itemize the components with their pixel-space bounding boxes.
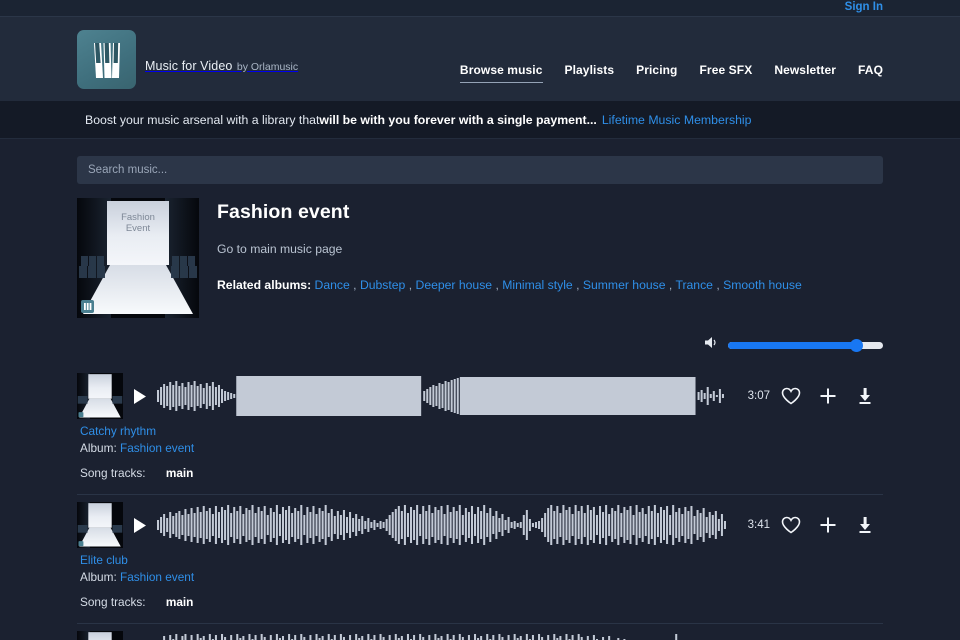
heart-icon[interactable]	[772, 387, 809, 405]
brand-name: Music for Video	[145, 59, 232, 73]
page-title: Fashion event	[217, 201, 802, 224]
track-actions	[772, 387, 883, 405]
track-thumbnail[interactable]	[77, 373, 123, 419]
song-tracks-value[interactable]: main	[166, 595, 194, 609]
brand-subtitle: by Orlamusic	[237, 61, 298, 73]
site-header: Music for Video by Orlamusic Browse musi…	[0, 17, 960, 101]
track-thumbnail[interactable]	[77, 502, 123, 548]
download-icon[interactable]	[846, 516, 883, 534]
cover-title-line2: Event	[126, 223, 151, 234]
waveform[interactable]	[157, 502, 726, 548]
related-album-trance[interactable]: Trance	[675, 278, 712, 292]
track-metadata: Elite club Album: Fashion event Song tra…	[77, 552, 883, 623]
nav-item-newsletter[interactable]: Newsletter	[774, 63, 836, 82]
piano-keys-icon	[77, 30, 136, 89]
related-album-summer-house[interactable]: Summer house	[583, 278, 666, 292]
related-albums-label: Related albums:	[217, 278, 311, 292]
promo-text-bold: will be with you forever with a single p…	[319, 113, 596, 127]
main-nav: Browse music Playlists Pricing Free SFX …	[460, 63, 883, 83]
play-icon[interactable]	[123, 388, 157, 405]
track-title-link[interactable]: Catchy rhythm	[80, 423, 883, 440]
track-album-link[interactable]: Fashion event	[120, 570, 194, 584]
track-row: 3:12	[77, 623, 883, 640]
track-duration: 3:41	[726, 519, 772, 531]
volume-slider[interactable]	[728, 342, 883, 349]
waveform[interactable]	[157, 373, 726, 419]
lifetime-membership-link[interactable]: Lifetime Music Membership	[602, 113, 752, 127]
search-input[interactable]	[77, 156, 883, 184]
track-album-label: Album:	[80, 441, 117, 455]
song-tracks-value[interactable]: main	[166, 466, 194, 480]
volume-control	[77, 336, 883, 354]
promo-banner: Boost your music arsenal with a library …	[0, 101, 960, 139]
nav-item-playlists[interactable]: Playlists	[565, 63, 615, 82]
play-icon[interactable]	[123, 517, 157, 534]
main-content: Fashion Event	[0, 139, 960, 640]
go-to-main-music-page-link[interactable]: Go to main music page	[217, 242, 342, 256]
related-album-smooth-house[interactable]: Smooth house	[723, 278, 802, 292]
waveform[interactable]	[157, 631, 726, 640]
plus-icon[interactable]	[809, 387, 846, 405]
plus-icon[interactable]	[809, 516, 846, 534]
nav-item-pricing[interactable]: Pricing	[636, 63, 677, 82]
related-album-dance[interactable]: Dance	[315, 278, 350, 292]
brand-logo-link[interactable]: Music for Video by Orlamusic	[77, 30, 298, 89]
track-thumbnail[interactable]	[77, 631, 123, 640]
nav-item-browse-music[interactable]: Browse music	[460, 63, 543, 83]
related-album-minimal-style[interactable]: Minimal style	[502, 278, 572, 292]
promo-text-plain: Boost your music arsenal with a library …	[85, 113, 319, 127]
related-album-deeper-house[interactable]: Deeper house	[416, 278, 493, 292]
track-list: 3:07	[77, 366, 883, 640]
track-album-link[interactable]: Fashion event	[120, 441, 194, 455]
song-tracks-label: Song tracks:	[80, 595, 146, 609]
track-title-link[interactable]: Elite club	[80, 552, 883, 569]
sign-in-link[interactable]: Sign In	[845, 2, 883, 14]
nav-item-faq[interactable]: FAQ	[858, 63, 883, 82]
track-row: 3:41	[77, 494, 883, 623]
track-duration: 3:07	[726, 390, 772, 402]
cover-title-line1: Fashion	[121, 212, 155, 223]
speaker-icon[interactable]	[704, 336, 719, 354]
song-tracks-label: Song tracks:	[80, 466, 146, 480]
album-hero: Fashion Event	[77, 198, 883, 318]
album-cover-art: Fashion Event	[77, 198, 199, 318]
track-row: 3:07	[77, 366, 883, 494]
track-actions	[772, 516, 883, 534]
related-album-dubstep[interactable]: Dubstep	[360, 278, 405, 292]
related-albums: Related albums: Dance , Dubstep , Deeper…	[217, 278, 802, 292]
volume-slider-fill	[728, 342, 857, 349]
download-icon[interactable]	[846, 387, 883, 405]
top-utility-bar: Sign In	[0, 0, 960, 17]
track-metadata: Catchy rhythm Album: Fashion event Song …	[77, 423, 883, 494]
volume-slider-handle[interactable]	[850, 339, 863, 352]
track-album-label: Album:	[80, 570, 117, 584]
heart-icon[interactable]	[772, 516, 809, 534]
nav-item-free-sfx[interactable]: Free SFX	[700, 63, 753, 82]
